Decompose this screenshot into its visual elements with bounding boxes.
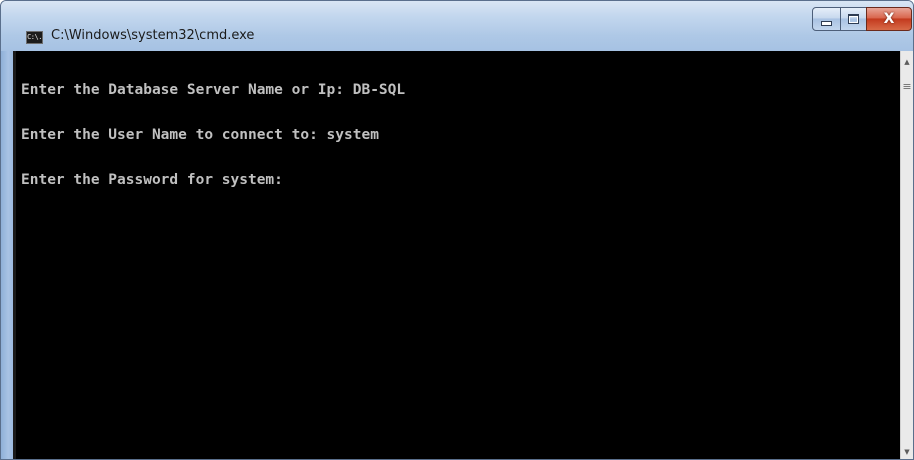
console-line: Enter the Password for system: [21, 172, 283, 188]
console-line: Enter the User Name to connect to: syste… [21, 127, 379, 143]
window-left-border [1, 51, 13, 459]
window-title: C:\Windows\system32\cmd.exe [51, 28, 255, 43]
close-icon: X [883, 11, 895, 27]
scroll-up-arrow-icon[interactable]: ▲ [901, 55, 913, 69]
scroll-down-arrow-icon[interactable]: ▼ [901, 445, 913, 459]
close-button[interactable]: X [866, 7, 912, 31]
title-bar[interactable]: C:\. C:\Windows\system32\cmd.exe X [1, 1, 913, 51]
console-lines: Enter the Database Server Name or Ip: DB… [21, 53, 405, 218]
console-left-edge [13, 51, 16, 459]
console-output[interactable]: Enter the Database Server Name or Ip: DB… [13, 51, 900, 459]
cmd-window: C:\. C:\Windows\system32\cmd.exe X Enter… [0, 0, 914, 460]
vertical-scrollbar[interactable]: ▲ ≡ ▼ [900, 51, 913, 459]
console-line: Enter the Database Server Name or Ip: DB… [21, 82, 406, 98]
minimize-button[interactable] [812, 7, 841, 31]
minimize-icon [821, 20, 832, 26]
cmd-icon[interactable]: C:\. [26, 31, 43, 44]
maximize-icon [848, 14, 859, 24]
maximize-button[interactable] [840, 7, 867, 31]
scrollbar-grip-icon[interactable]: ≡ [902, 81, 912, 93]
